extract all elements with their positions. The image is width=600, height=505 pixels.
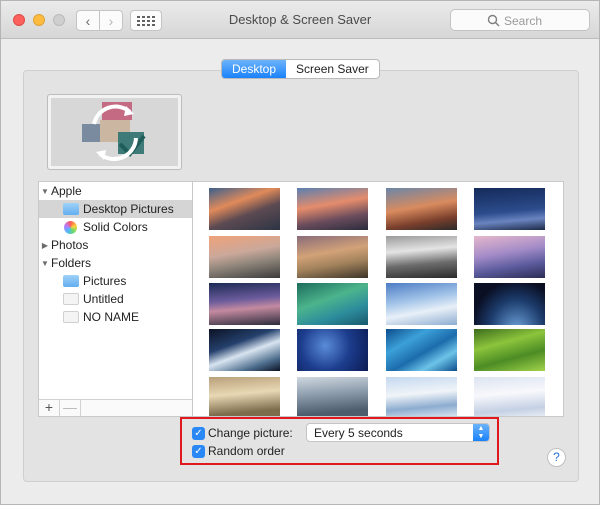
thumbnail[interactable] xyxy=(297,188,368,230)
thumbnail[interactable] xyxy=(386,283,457,325)
color-wheel-icon xyxy=(64,220,77,234)
disclosure-down-icon[interactable]: ▼ xyxy=(39,259,51,268)
sidebar-item-label: Desktop Pictures xyxy=(83,202,174,216)
sidebar-item-untitled[interactable]: Untitled xyxy=(39,290,192,308)
thumbnail[interactable] xyxy=(209,377,280,416)
thumbnail[interactable] xyxy=(386,236,457,278)
sidebar-item-photos[interactable]: ▶ Photos xyxy=(39,236,192,254)
rotating-pictures-icon xyxy=(82,102,146,162)
folder-icon xyxy=(63,275,79,287)
disclosure-right-icon[interactable]: ▶ xyxy=(39,241,51,250)
tab-bar: Desktop Screen Saver xyxy=(221,59,380,79)
folder-icon xyxy=(63,203,79,215)
search-icon xyxy=(487,14,500,27)
help-button[interactable]: ? xyxy=(547,448,566,467)
thumbnail[interactable] xyxy=(209,236,280,278)
list-footer: + — xyxy=(39,399,192,416)
thumbnail[interactable] xyxy=(386,377,457,416)
interval-popup[interactable]: Every 5 seconds ▲ ▼ xyxy=(306,423,490,442)
sidebar-item-apple[interactable]: ▼ Apple xyxy=(39,182,192,200)
thumbnail[interactable] xyxy=(209,283,280,325)
sidebar-item-solid-colors[interactable]: Solid Colors xyxy=(39,218,192,236)
random-order-label: Random order xyxy=(208,444,285,458)
search-placeholder: Search xyxy=(504,14,543,28)
drive-icon xyxy=(63,311,79,323)
sidebar-item-folders[interactable]: ▼ Folders xyxy=(39,254,192,272)
title-bar: ‹ › Desktop & Screen Saver Search xyxy=(1,1,599,39)
desktop-preview xyxy=(47,94,182,170)
thumbnail[interactable] xyxy=(297,377,368,416)
thumbnail[interactable] xyxy=(386,329,457,371)
thumbnail[interactable] xyxy=(297,236,368,278)
thumbnail[interactable] xyxy=(209,188,280,230)
thumbnail[interactable] xyxy=(474,329,545,371)
thumbnail[interactable] xyxy=(474,283,545,325)
drive-icon xyxy=(63,293,79,305)
source-list: ▼ Apple Desktop Pictures Solid Colors ▶ … xyxy=(38,181,193,417)
add-folder-button[interactable]: + xyxy=(39,400,60,416)
thumbnail[interactable] xyxy=(386,188,457,230)
sidebar-item-pictures[interactable]: Pictures xyxy=(39,272,192,290)
random-order-checkbox[interactable]: ✓ xyxy=(192,445,205,458)
change-picture-label: Change picture: xyxy=(208,426,293,440)
sidebar-item-label: Pictures xyxy=(83,274,127,288)
search-field[interactable]: Search xyxy=(450,9,590,31)
sidebar-item-label: Photos xyxy=(51,238,89,252)
thumbnail[interactable] xyxy=(209,329,280,371)
thumbnail[interactable] xyxy=(474,377,545,416)
tab-desktop[interactable]: Desktop xyxy=(222,60,287,78)
sidebar-item-label: Apple xyxy=(51,184,82,198)
sidebar-item-label: Folders xyxy=(51,256,92,270)
remove-folder-button[interactable]: — xyxy=(60,400,81,416)
disclosure-down-icon[interactable]: ▼ xyxy=(39,187,51,196)
preferences-window: ‹ › Desktop & Screen Saver Search Deskto… xyxy=(0,0,600,505)
interval-value: Every 5 seconds xyxy=(314,426,403,440)
thumbnail[interactable] xyxy=(474,236,545,278)
sidebar-item-desktop-pictures[interactable]: Desktop Pictures xyxy=(39,200,192,218)
sidebar-item-no-name[interactable]: NO NAME xyxy=(39,308,192,326)
thumbnail[interactable] xyxy=(297,329,368,371)
sidebar-item-label: Solid Colors xyxy=(83,220,148,234)
tab-screen-saver[interactable]: Screen Saver xyxy=(286,60,379,78)
sidebar-item-label: NO NAME xyxy=(83,310,140,324)
sidebar-item-label: Untitled xyxy=(83,292,124,306)
picture-grid xyxy=(193,181,564,417)
updown-arrows-icon: ▲ ▼ xyxy=(473,424,489,441)
change-picture-checkbox[interactable]: ✓ xyxy=(192,427,205,440)
thumbnail[interactable] xyxy=(474,188,545,230)
thumbnail[interactable] xyxy=(297,283,368,325)
